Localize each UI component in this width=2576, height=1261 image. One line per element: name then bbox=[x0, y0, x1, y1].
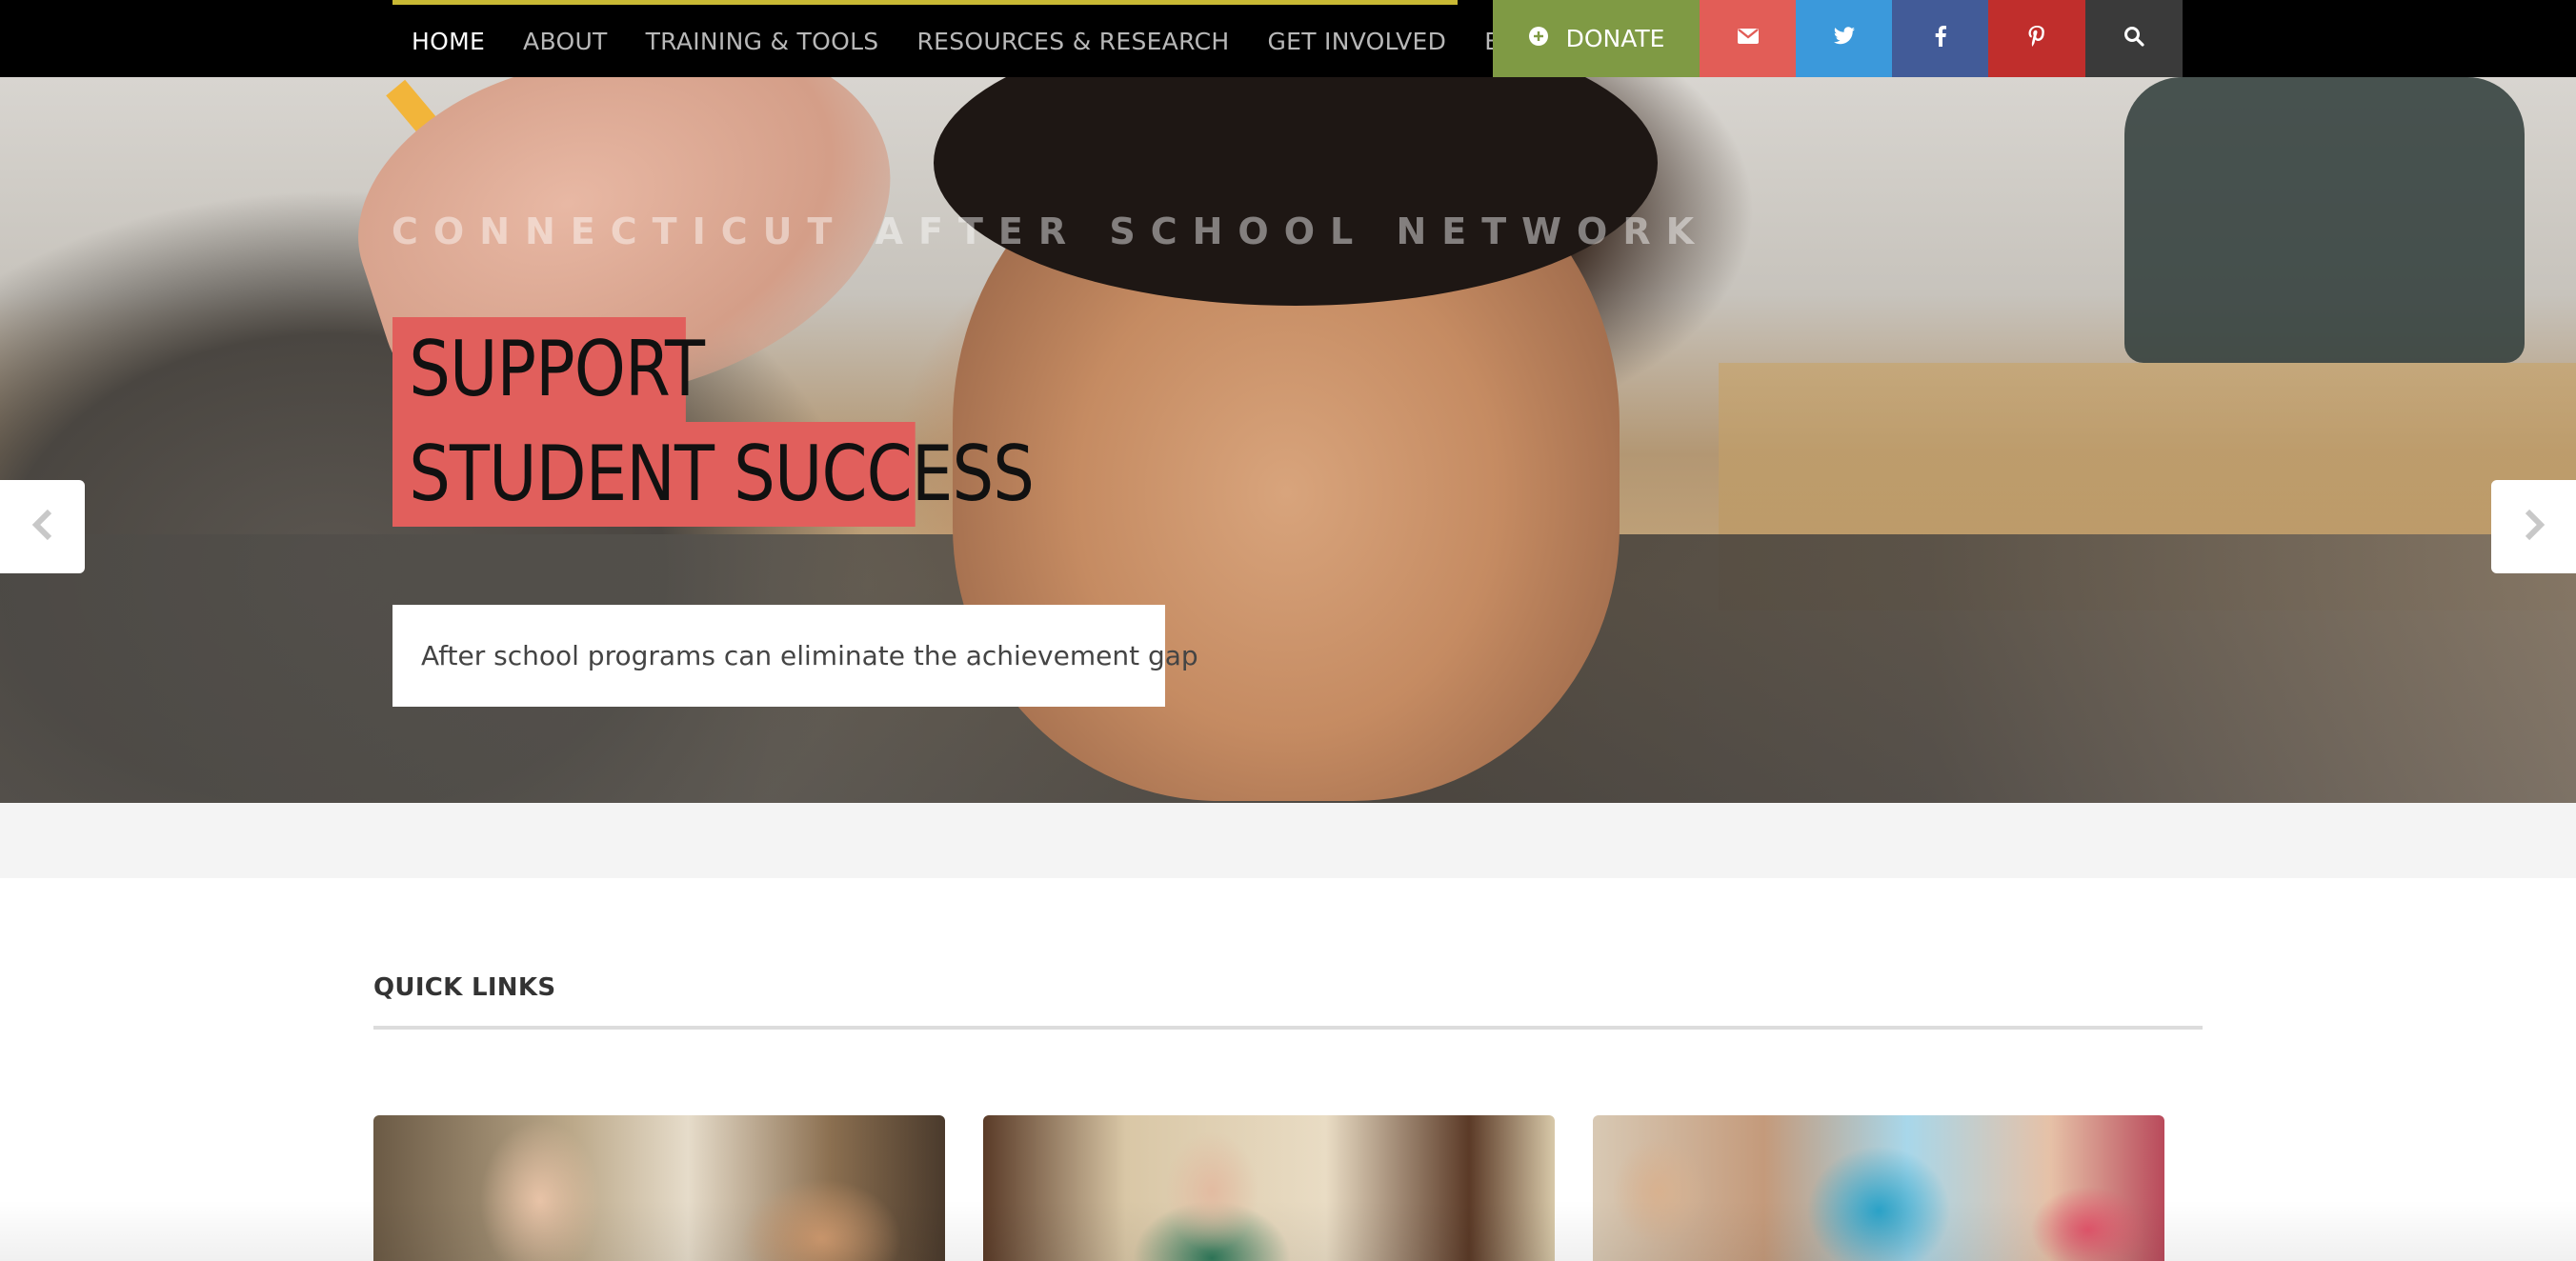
facebook-button[interactable] bbox=[1892, 0, 1988, 77]
quick-link-card-3[interactable] bbox=[1593, 1115, 2164, 1261]
hero-photo-chair bbox=[2124, 77, 2525, 363]
hero-headline: SUPPORT STUDENT SUCCESS bbox=[392, 317, 1035, 527]
facebook-icon bbox=[1935, 26, 1946, 51]
search-icon bbox=[2123, 26, 2144, 51]
quick-link-card-1[interactable] bbox=[373, 1115, 945, 1261]
email-button[interactable] bbox=[1700, 0, 1796, 77]
search-button[interactable] bbox=[2085, 0, 2183, 77]
pinterest-icon bbox=[2028, 26, 2045, 51]
site-brand-logo[interactable]: CONNECTICUT AFTER SCHOOL NETWORK bbox=[392, 210, 1709, 252]
nav-item-training-tools[interactable]: TRAINING & TOOLS bbox=[627, 28, 898, 55]
nav-item-resources-research[interactable]: RESOURCES & RESEARCH bbox=[897, 28, 1248, 55]
main-nav: HOME ABOUT TRAINING & TOOLS RESOURCES & … bbox=[392, 5, 1571, 77]
headline-line-1: SUPPORT bbox=[392, 317, 705, 422]
hero-subtitle-box[interactable]: After school programs can eliminate the … bbox=[392, 605, 1198, 707]
nav-item-home[interactable]: HOME bbox=[392, 28, 504, 55]
plus-circle-icon bbox=[1528, 26, 1549, 51]
email-icon bbox=[1737, 29, 1759, 49]
section-divider-band bbox=[0, 803, 2576, 878]
nav-item-about[interactable]: ABOUT bbox=[504, 28, 627, 55]
slider-next-button[interactable] bbox=[2491, 480, 2576, 573]
donate-button[interactable]: DONATE bbox=[1493, 0, 1700, 77]
chevron-left-icon bbox=[30, 509, 55, 546]
pinterest-button[interactable] bbox=[1988, 0, 2085, 77]
quick-links-rule bbox=[373, 1026, 2203, 1030]
nav-item-get-involved[interactable]: GET INVOLVED bbox=[1248, 28, 1465, 55]
quick-link-card-2[interactable] bbox=[983, 1115, 1555, 1261]
chevron-right-icon bbox=[2522, 509, 2546, 546]
hero-slider: CONNECTICUT AFTER SCHOOL NETWORK SUPPORT… bbox=[0, 77, 2576, 803]
quick-links-heading: QUICK LINKS bbox=[373, 973, 556, 1002]
twitter-icon bbox=[1833, 27, 1856, 50]
donate-label: DONATE bbox=[1565, 25, 1665, 52]
top-navbar: HOME ABOUT TRAINING & TOOLS RESOURCES & … bbox=[0, 0, 2576, 77]
twitter-button[interactable] bbox=[1796, 0, 1892, 77]
headline-line-2: STUDENT SUCCESS bbox=[392, 422, 1035, 527]
hero-subtitle: After school programs can eliminate the … bbox=[421, 640, 1198, 671]
slider-prev-button[interactable] bbox=[0, 480, 85, 573]
